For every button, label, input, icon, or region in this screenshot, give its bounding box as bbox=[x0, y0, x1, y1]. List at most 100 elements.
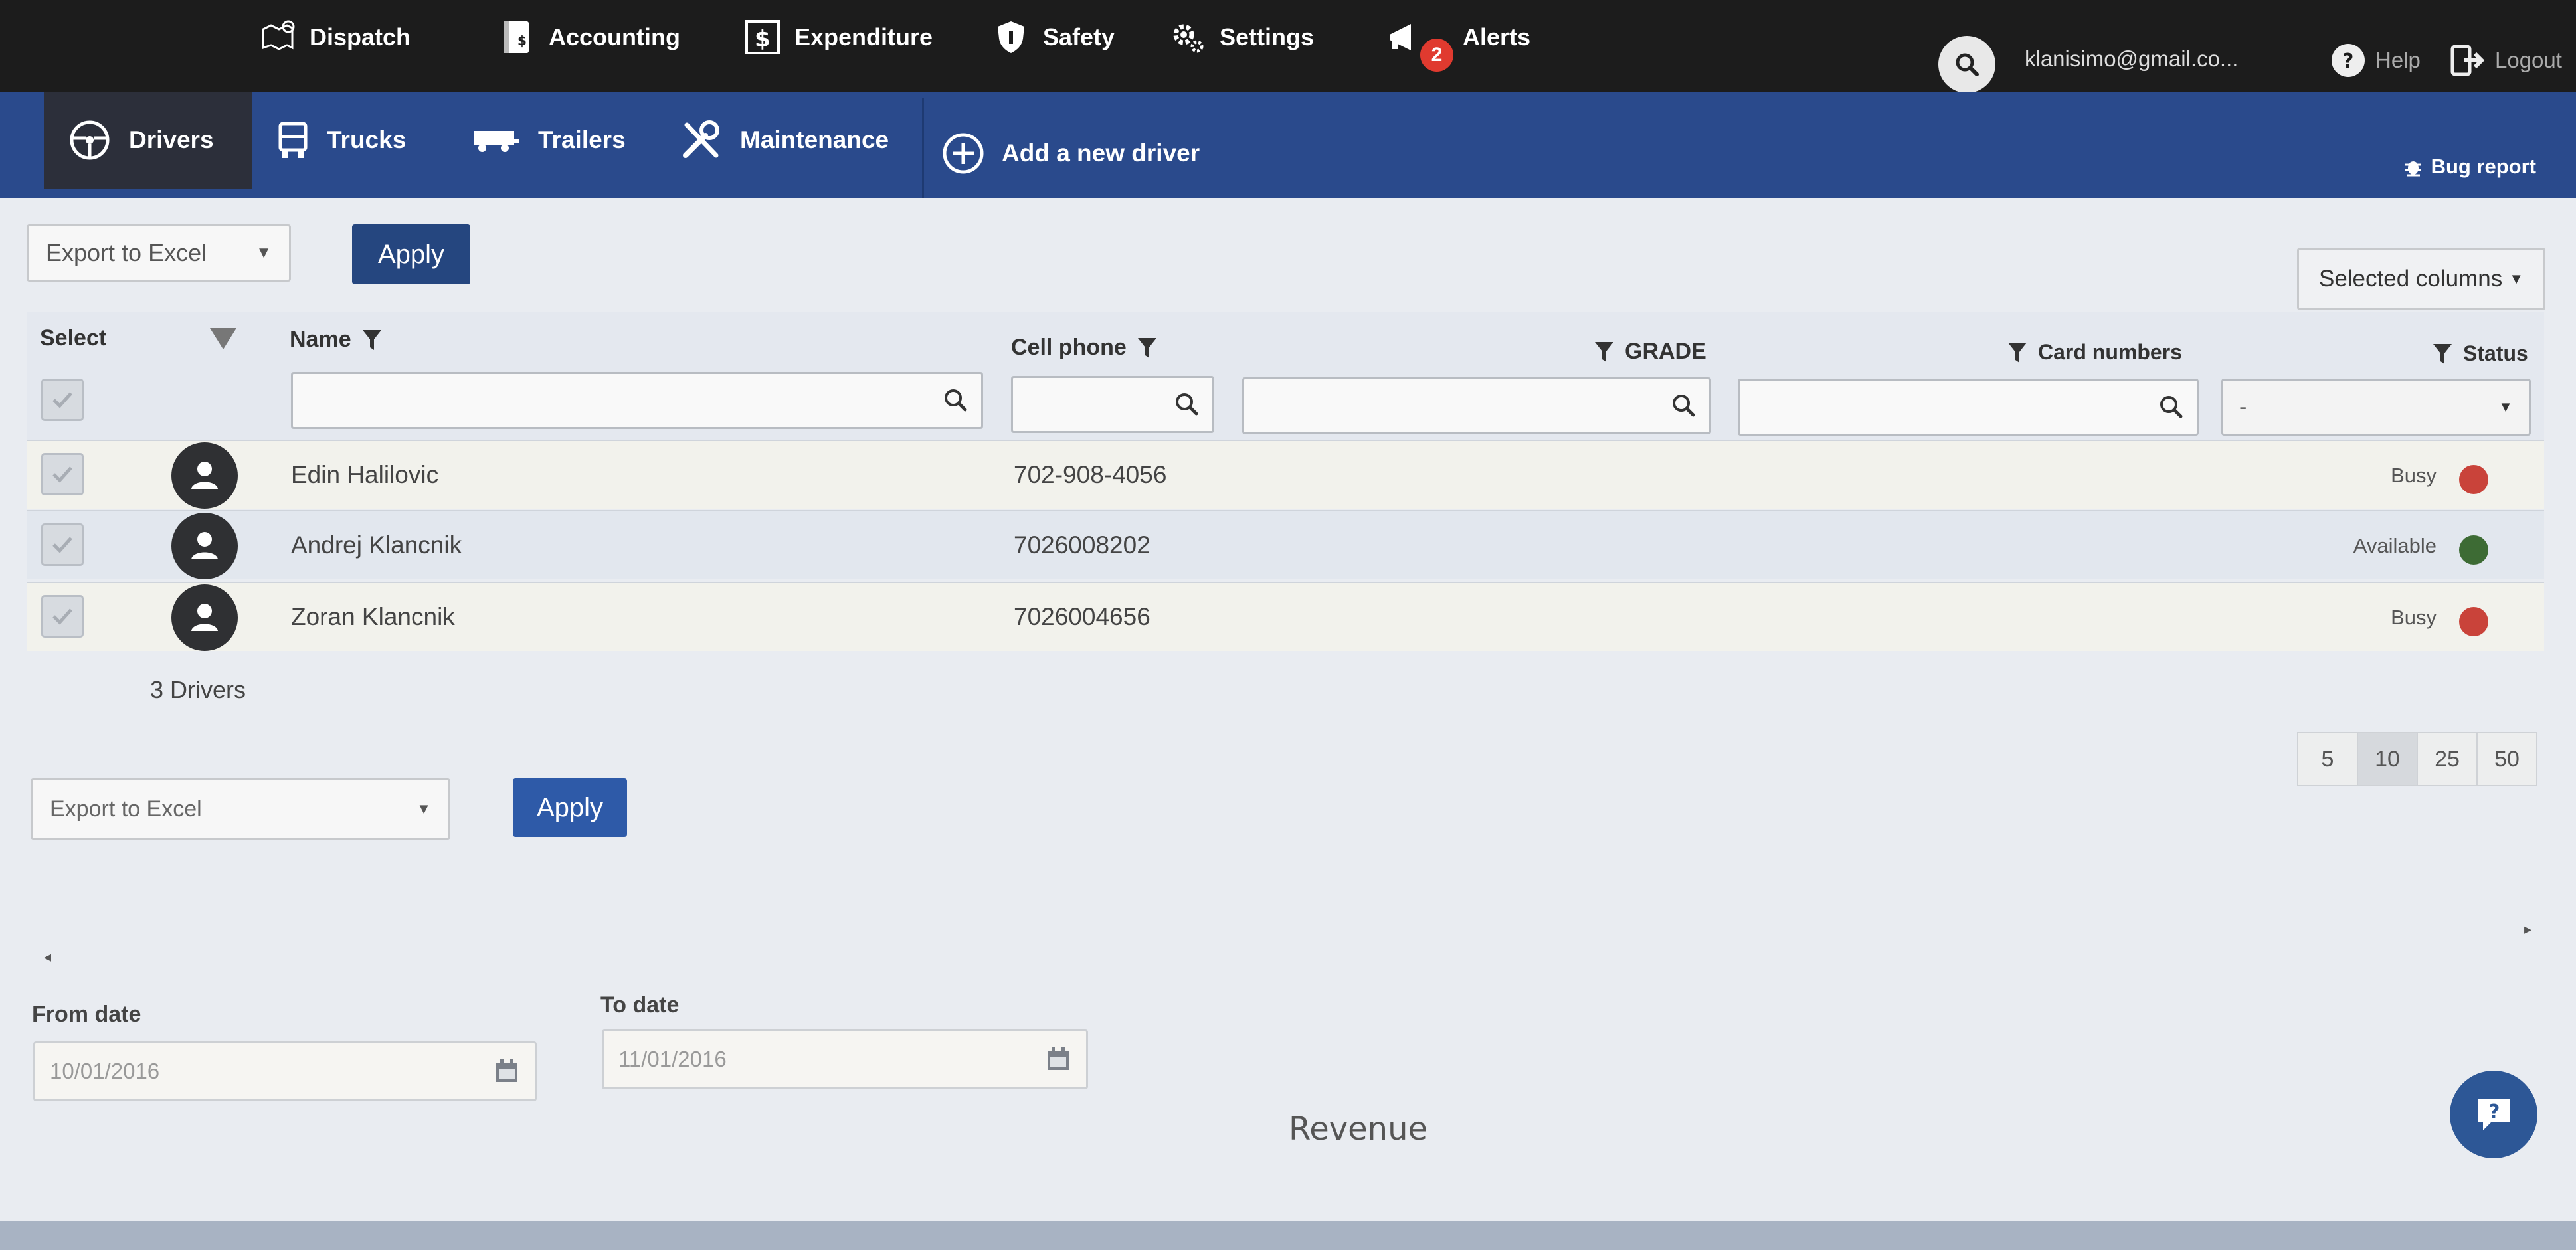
to-date-input[interactable]: 11/01/2016 bbox=[602, 1029, 1088, 1089]
table-row[interactable]: Edin Halilovic 702-908-4056 Busy bbox=[27, 440, 2544, 509]
status-indicator bbox=[2459, 607, 2488, 636]
tab-trailers-label: Trailers bbox=[538, 126, 626, 153]
support-chat-button[interactable]: ? bbox=[2450, 1071, 2537, 1158]
page-size-selector: 5 10 25 50 bbox=[2297, 732, 2537, 786]
search-icon bbox=[1956, 53, 1979, 76]
tab-maintenance[interactable]: Maintenance bbox=[655, 92, 913, 189]
gear-icon bbox=[1169, 19, 1206, 56]
svg-text:?: ? bbox=[2488, 1101, 2500, 1124]
grade-filter-input[interactable] bbox=[1242, 377, 1711, 434]
column-grade-label: GRADE bbox=[1625, 339, 1706, 364]
svg-text:$: $ bbox=[755, 26, 771, 52]
column-cell-phone[interactable]: Cell phone bbox=[1011, 335, 1157, 361]
column-select: Select bbox=[40, 325, 106, 351]
alerts-count-badge: 2 bbox=[1420, 39, 1453, 72]
caret-down-icon: ▼ bbox=[2509, 270, 2524, 287]
nav-alerts-label: Alerts bbox=[1463, 23, 1531, 50]
driver-phone: 7026004656 bbox=[1014, 603, 1150, 630]
page-size-10[interactable]: 10 bbox=[2357, 732, 2418, 786]
drivers-count: 3 Drivers bbox=[150, 676, 246, 703]
select-all-checkbox[interactable] bbox=[41, 379, 84, 421]
dollar-icon: $ bbox=[744, 19, 781, 56]
page-size-25[interactable]: 25 bbox=[2417, 732, 2478, 786]
nav-dispatch[interactable]: Dispatch bbox=[259, 16, 411, 58]
logout-label: Logout bbox=[2495, 48, 2562, 72]
column-cell-phone-label: Cell phone bbox=[1011, 335, 1127, 360]
page-size-5[interactable]: 5 bbox=[2297, 732, 2358, 786]
export-format-select[interactable]: Export to Excel ▼ bbox=[27, 224, 291, 282]
status-indicator bbox=[2459, 465, 2488, 494]
filter-icon bbox=[2433, 343, 2452, 364]
filter-icon bbox=[1595, 341, 1613, 362]
help-icon: ? bbox=[2332, 44, 2365, 77]
svg-text:?: ? bbox=[2342, 50, 2353, 73]
column-status[interactable]: Status bbox=[2433, 341, 2528, 366]
export-format-value: Export to Excel bbox=[46, 239, 207, 266]
column-name-label: Name bbox=[290, 327, 351, 352]
nav-accounting-label: Accounting bbox=[549, 23, 680, 50]
cell-phone-filter-input[interactable] bbox=[1011, 376, 1214, 433]
bug-report-link[interactable]: Bug report bbox=[2403, 155, 2536, 179]
user-email[interactable]: klanisimo@gmail.co... bbox=[2025, 46, 2238, 72]
nav-expenditure-label: Expenditure bbox=[794, 23, 933, 50]
calendar-icon bbox=[1048, 1047, 1069, 1070]
user-icon bbox=[191, 462, 218, 489]
from-date-label: From date bbox=[32, 1002, 141, 1027]
global-search-button[interactable] bbox=[1938, 36, 1995, 93]
tab-trailers[interactable]: Trailers bbox=[449, 92, 650, 189]
scroll-left-icon[interactable]: ◂ bbox=[44, 948, 51, 966]
trailer-icon bbox=[473, 127, 521, 153]
select-dropdown-icon[interactable] bbox=[209, 327, 238, 351]
scroll-right-icon[interactable]: ▸ bbox=[2524, 921, 2531, 938]
tab-drivers-label: Drivers bbox=[129, 126, 214, 153]
driver-phone: 7026008202 bbox=[1014, 531, 1150, 559]
tab-maintenance-label: Maintenance bbox=[740, 126, 889, 153]
column-name[interactable]: Name bbox=[290, 327, 382, 353]
help-label: Help bbox=[2375, 48, 2421, 72]
driver-phone: 702-908-4056 bbox=[1014, 461, 1167, 488]
logout-link[interactable]: Logout bbox=[2450, 43, 2562, 78]
avatar bbox=[171, 442, 238, 509]
filter-icon bbox=[362, 329, 381, 350]
apply-button[interactable]: Apply bbox=[352, 224, 470, 284]
nav-safety[interactable]: Safety bbox=[992, 16, 1115, 58]
bottom-apply-button[interactable]: Apply bbox=[513, 778, 627, 837]
help-link[interactable]: ? Help bbox=[2330, 43, 2421, 78]
from-date-input[interactable]: 10/01/2016 bbox=[33, 1041, 537, 1101]
tab-trucks[interactable]: Trucks bbox=[252, 92, 430, 189]
card-numbers-filter-input[interactable] bbox=[1738, 379, 2199, 436]
row-checkbox[interactable] bbox=[41, 453, 84, 495]
driver-name[interactable]: Zoran Klancnik bbox=[291, 603, 455, 631]
nav-settings[interactable]: Settings bbox=[1169, 16, 1314, 58]
driver-name[interactable]: Andrej Klancnik bbox=[291, 531, 462, 559]
selected-columns-button[interactable]: Selected columns ▼ bbox=[2297, 248, 2545, 310]
bottom-export-format-select[interactable]: Export to Excel ▼ bbox=[31, 778, 450, 840]
driver-name[interactable]: Edin Halilovic bbox=[291, 461, 438, 489]
check-icon bbox=[52, 466, 72, 483]
nav-expenditure[interactable]: $ Expenditure bbox=[744, 16, 933, 58]
row-checkbox[interactable] bbox=[41, 595, 84, 638]
table-row[interactable]: Andrej Klancnik 7026008202 Available bbox=[27, 510, 2544, 579]
status-filter-select[interactable]: - ▼ bbox=[2221, 379, 2531, 436]
name-filter-input[interactable] bbox=[291, 372, 983, 429]
column-card-numbers[interactable]: Card numbers bbox=[2007, 340, 2182, 365]
page-size-50[interactable]: 50 bbox=[2476, 732, 2537, 786]
calendar-icon bbox=[496, 1059, 517, 1082]
row-checkbox[interactable] bbox=[41, 523, 84, 566]
column-status-label: Status bbox=[2463, 341, 2528, 365]
nav-settings-label: Settings bbox=[1220, 23, 1315, 50]
tab-drivers[interactable]: Drivers bbox=[44, 92, 252, 189]
column-grade[interactable]: GRADE bbox=[1594, 339, 1706, 365]
nav-alerts[interactable]: Alerts bbox=[1386, 16, 1530, 58]
megaphone-icon bbox=[1386, 19, 1423, 56]
nav-accounting[interactable]: $ Accounting bbox=[498, 16, 680, 58]
search-icon bbox=[1176, 393, 1198, 416]
search-icon bbox=[2160, 396, 2183, 418]
status-filter-value: - bbox=[2239, 394, 2247, 420]
tab-trucks-label: Trucks bbox=[327, 126, 407, 153]
driver-status: Busy bbox=[2391, 606, 2437, 629]
table-row[interactable]: Zoran Klancnik 7026004656 Busy bbox=[27, 582, 2544, 651]
to-date-label: To date bbox=[600, 992, 680, 1018]
horizontal-scrollbar[interactable] bbox=[0, 1221, 2576, 1250]
add-driver-button[interactable]: Add a new driver bbox=[918, 105, 1224, 202]
